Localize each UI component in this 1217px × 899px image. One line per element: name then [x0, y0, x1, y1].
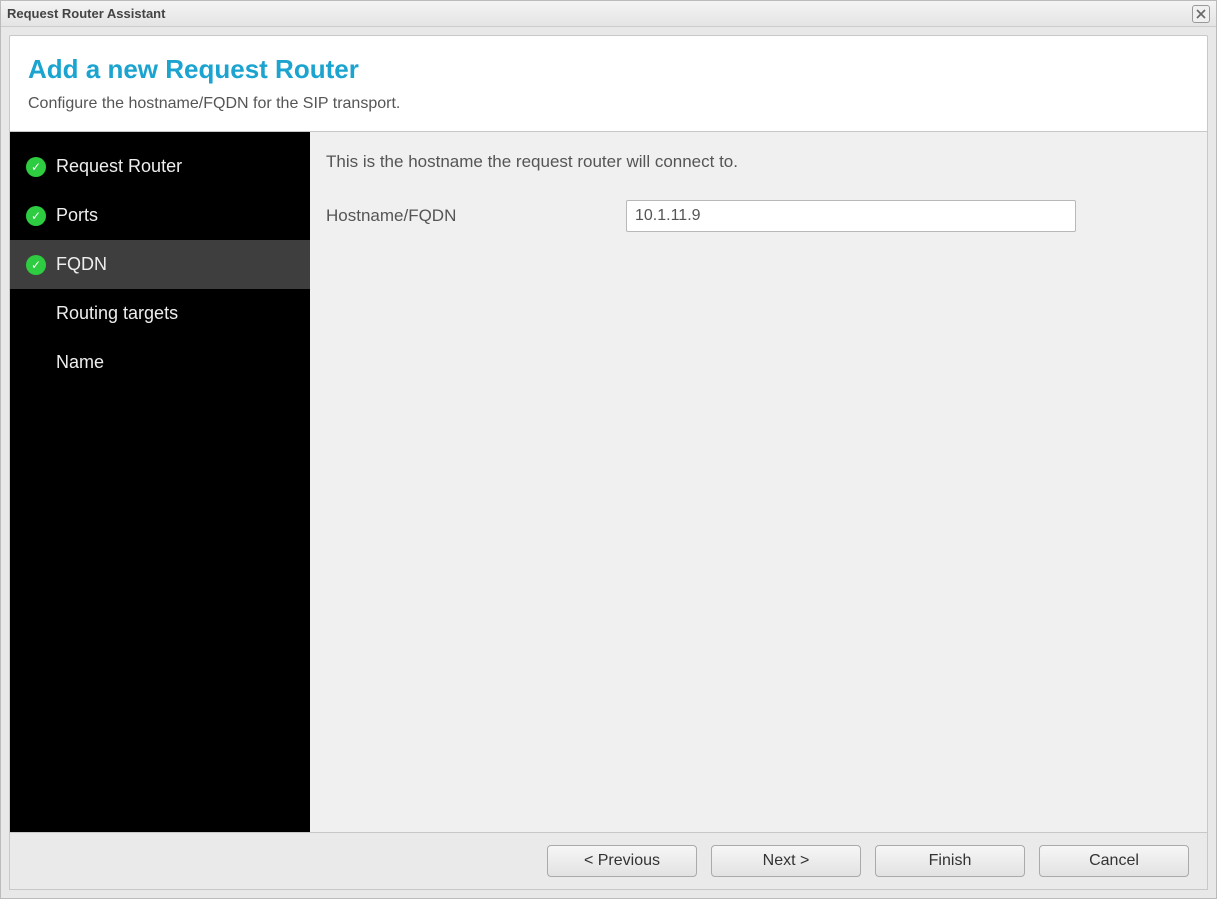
step-label: Request Router: [56, 156, 182, 177]
wizard-footer: < Previous Next > Finish Cancel: [9, 832, 1208, 890]
finish-button[interactable]: Finish: [875, 845, 1025, 877]
step-label: FQDN: [56, 254, 107, 275]
check-icon: ✓: [26, 206, 46, 226]
step-routing-targets[interactable]: Routing targets: [10, 289, 310, 338]
step-label: Routing targets: [56, 303, 178, 324]
close-button[interactable]: [1192, 5, 1210, 23]
step-request-router[interactable]: ✓ Request Router: [10, 142, 310, 191]
page-subtitle: Configure the hostname/FQDN for the SIP …: [28, 95, 1189, 113]
wizard-header: Add a new Request Router Configure the h…: [9, 35, 1208, 132]
next-button[interactable]: Next >: [711, 845, 861, 877]
step-sidebar: ✓ Request Router ✓ Ports ✓ FQDN Routing …: [10, 132, 310, 832]
previous-button[interactable]: < Previous: [547, 845, 697, 877]
step-ports[interactable]: ✓ Ports: [10, 191, 310, 240]
page-title: Add a new Request Router: [28, 54, 1189, 85]
main-panel: This is the hostname the request router …: [310, 132, 1207, 832]
cancel-button[interactable]: Cancel: [1039, 845, 1189, 877]
wizard-dialog: Request Router Assistant Add a new Reque…: [0, 0, 1217, 899]
window-title: Request Router Assistant: [7, 6, 165, 21]
step-fqdn[interactable]: ✓ FQDN: [10, 240, 310, 289]
form-description: This is the hostname the request router …: [326, 152, 1191, 172]
hostname-input[interactable]: [626, 200, 1076, 232]
titlebar: Request Router Assistant: [1, 1, 1216, 27]
step-name[interactable]: Name: [10, 338, 310, 387]
check-icon: ✓: [26, 255, 46, 275]
close-icon: [1196, 9, 1206, 19]
check-icon: ✓: [26, 157, 46, 177]
step-label: Ports: [56, 205, 98, 226]
hostname-label: Hostname/FQDN: [326, 206, 626, 226]
form-row-hostname: Hostname/FQDN: [326, 200, 1191, 232]
step-label: Name: [56, 352, 104, 373]
wizard-body: ✓ Request Router ✓ Ports ✓ FQDN Routing …: [9, 132, 1208, 832]
